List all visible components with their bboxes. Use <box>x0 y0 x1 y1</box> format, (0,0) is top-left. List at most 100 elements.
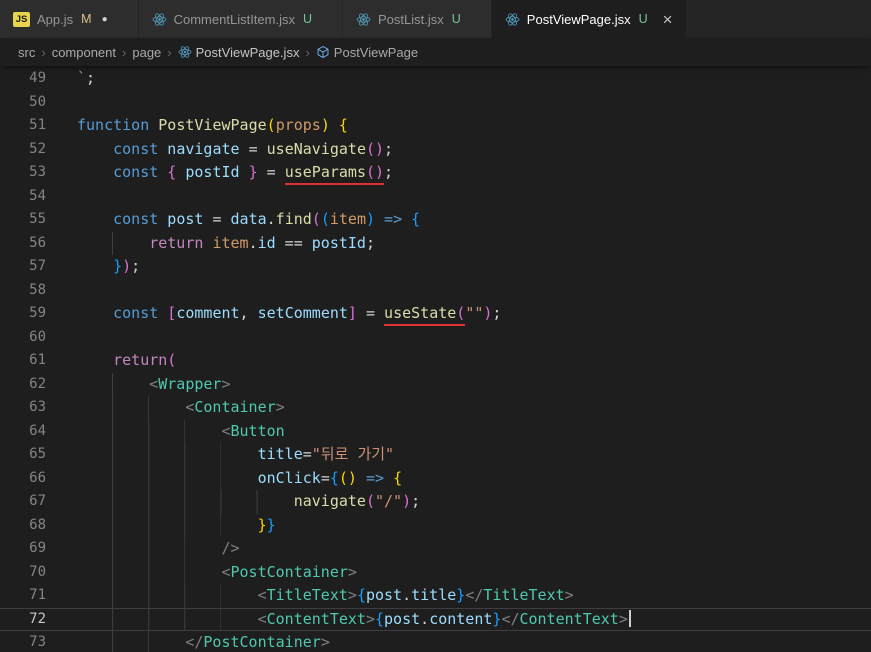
code-token: < <box>257 586 267 604</box>
code-token: ) <box>375 139 385 158</box>
line-number: 62 <box>29 375 46 392</box>
code-line-66[interactable]: 66 onClick={() => { <box>0 466 871 491</box>
breadcrumb-item-component[interactable]: component <box>52 45 116 60</box>
code-token: useParams <box>284 163 366 185</box>
line-number: 61 <box>29 352 46 368</box>
code-token: ) <box>320 116 330 134</box>
tab-postviewpage-jsx[interactable]: PostViewPage.jsx U × <box>491 0 687 38</box>
code-line-52[interactable]: 52 const navigate = useNavigate(); <box>0 138 871 162</box>
code-line-56[interactable]: 56 return item.id == postId; <box>0 231 871 255</box>
code-line-51[interactable]: 51 function PostViewPage(props) { <box>0 114 871 138</box>
line-number: 58 <box>29 281 46 298</box>
line-number: 66 <box>29 469 46 486</box>
code-line-72[interactable]: 72 <ContentText>{post.content}</ContentTe… <box>0 607 871 631</box>
code-token: = <box>356 304 385 322</box>
breadcrumb-item-page[interactable]: page <box>132 45 161 60</box>
tab-postlist-jsx[interactable]: PostList.jsx U <box>343 0 492 38</box>
code-token: function <box>77 116 150 134</box>
code-line-50[interactable]: 50 <box>0 91 871 115</box>
code-token: ; <box>131 257 141 275</box>
indent-guides <box>77 396 150 420</box>
indent-guides <box>77 443 222 467</box>
code-token: Button <box>230 421 285 440</box>
code-token: [ <box>167 304 177 322</box>
tab-commentlistitem-jsx[interactable]: CommentListItem.jsx U <box>138 0 344 38</box>
unsaved-changes-dot: ● <box>101 13 108 25</box>
symbol-icon <box>317 45 329 59</box>
code-line-57[interactable]: 57}); <box>0 255 871 279</box>
code-token: "뒤로 가기" <box>311 445 395 463</box>
code-token: onClick <box>257 468 321 487</box>
code-token: Container <box>194 398 276 416</box>
line-number: 68 <box>29 516 46 533</box>
code-line-58[interactable]: 58 <box>0 279 871 303</box>
text-cursor <box>628 609 631 627</box>
code-line-49[interactable]: 49 `; <box>0 67 871 91</box>
code-token: } <box>257 515 267 534</box>
code-token: ) <box>122 257 132 275</box>
tab-label: PostList.jsx <box>378 11 444 27</box>
indent-guides <box>77 537 186 561</box>
line-number: 56 <box>29 234 46 251</box>
code-line-62[interactable]: 62 <Wrapper> <box>0 372 871 397</box>
code-line-65[interactable]: 65 title="뒤로 가기" <box>0 443 871 467</box>
code-line-67[interactable]: 67 navigate("/"); <box>0 490 871 514</box>
code-token: navigate <box>167 139 240 158</box>
code-text: <PostContainer> <box>46 560 871 584</box>
breadcrumb-label: PostViewPage.jsx <box>195 44 300 60</box>
tab-app-js[interactable]: JS App.js M ● <box>0 0 139 38</box>
code-line-61[interactable]: 61 return( <box>0 349 871 373</box>
code-token: /> <box>221 539 240 557</box>
code-token: useState <box>384 304 457 326</box>
code-token: navigate <box>293 492 366 510</box>
code-token: useNavigate <box>266 139 366 158</box>
code-editor[interactable]: 49 `; 50 51 function PostViewPage(props) {52… <box>0 66 871 652</box>
line-number: 67 <box>29 493 46 509</box>
breadcrumb-item-src[interactable]: src <box>18 45 35 60</box>
code-text: /> <box>46 537 871 561</box>
code-line-68[interactable]: 68}} <box>0 513 871 537</box>
code-token: ( <box>311 210 321 228</box>
code-token: ` <box>77 69 87 87</box>
code-token: ContentText <box>519 609 619 628</box>
code-token: . <box>248 233 258 252</box>
indent-guides <box>77 631 150 652</box>
code-line-60[interactable]: 60 <box>0 326 871 350</box>
code-token: ) <box>402 492 412 510</box>
code-text: const [comment, setComment] = useState("… <box>46 302 871 326</box>
breadcrumb-item-postviewpage-jsx[interactable]: PostViewPage.jsx <box>178 44 300 60</box>
code-token: props <box>275 116 321 134</box>
code-line-63[interactable]: 63 <Container> <box>0 396 871 420</box>
line-number: 72 <box>29 610 46 627</box>
code-line-53[interactable]: 53 const { postId } = useParams(); <box>0 161 871 185</box>
code-line-59[interactable]: 59 const [comment, setComment] = useState… <box>0 302 871 326</box>
code-line-71[interactable]: 71 <TitleText>{post.title}</TitleText> <box>0 584 871 608</box>
code-text: function PostViewPage(props) { <box>46 114 871 138</box>
code-line-70[interactable]: 70 <PostContainer> <box>0 560 871 584</box>
code-line-54[interactable]: 54 <box>0 185 871 209</box>
code-line-64[interactable]: 64 <Button <box>0 419 871 443</box>
breadcrumb-item-postviewpage[interactable]: PostViewPage <box>316 45 418 60</box>
code-line-73[interactable]: 73 </PostContainer> <box>0 631 871 652</box>
code-token: item <box>329 210 366 228</box>
code-line-69[interactable]: 69 /> <box>0 537 871 561</box>
close-tab-icon[interactable]: × <box>663 11 673 28</box>
code-token: => <box>384 210 403 228</box>
code-token: } <box>456 586 466 604</box>
indent-guides <box>77 607 222 631</box>
code-token: return <box>113 351 168 369</box>
code-line-55[interactable]: 55 const post = data.find((item) => { <box>0 208 871 232</box>
code-token: { <box>393 468 403 487</box>
code-token: content <box>429 609 493 628</box>
code-token: ; <box>86 69 96 87</box>
line-number: 73 <box>29 634 46 650</box>
